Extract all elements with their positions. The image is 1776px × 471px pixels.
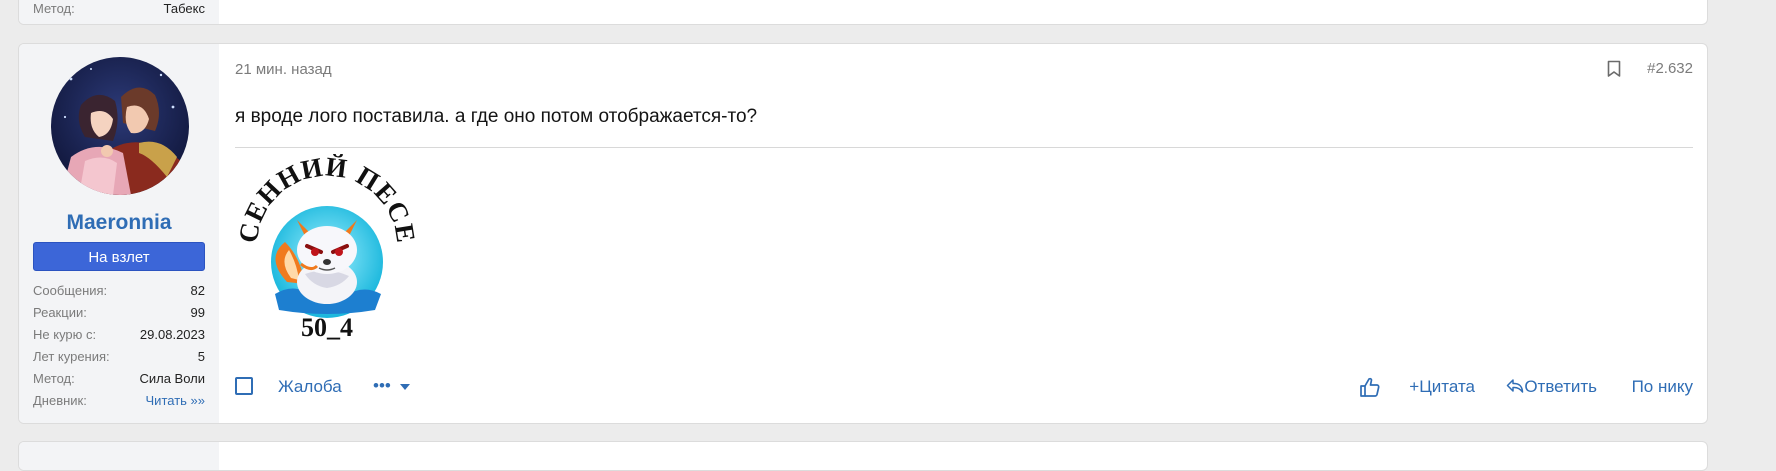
stat-method: Метод: Сила Воли	[33, 368, 205, 390]
stat-value: 29.08.2023	[139, 327, 205, 342]
previous-post-card: Метод: Табекс	[18, 0, 1708, 25]
stat-key: Сообщения:	[33, 283, 108, 298]
stat-key: Дневник:	[33, 393, 87, 408]
caret-down-icon	[399, 383, 410, 390]
post-actions-bar: Жалоба ••• +Цитата Ответить По нику	[235, 374, 1693, 400]
post-number-link[interactable]: #2.632	[1647, 60, 1693, 77]
stat-key: Метод:	[33, 1, 75, 16]
diary-read-link[interactable]: Читать »»	[146, 390, 205, 412]
user-avatar-anime-couple-icon	[51, 57, 189, 195]
more-options-button[interactable]: •••	[373, 376, 410, 396]
report-link[interactable]: Жалоба	[278, 377, 342, 397]
previous-post-stat-method: Метод: Табекс	[33, 1, 205, 16]
like-icon[interactable]	[1359, 376, 1381, 398]
stat-value: 99	[190, 305, 205, 320]
post-user-column: Maeronnia На взлет Сообщения: 82 Реакции…	[19, 44, 219, 423]
message-divider	[235, 147, 1693, 148]
user-title-badge: На взлет	[33, 242, 205, 271]
autumn-arctic-fox-logo-icon: ОСЕННИЙ ПЕСЕЦ	[224, 130, 420, 344]
stat-reactions: Реакции: 99	[33, 302, 205, 324]
quote-button[interactable]: +Цитата	[1409, 377, 1475, 397]
by-nick-button[interactable]: По нику	[1632, 377, 1693, 397]
stat-years-smoking: Лет курения: 5	[33, 346, 205, 368]
stat-value: Табекс	[163, 1, 205, 16]
next-post-card	[18, 441, 1708, 471]
stat-messages: Сообщения: 82	[33, 280, 205, 302]
stat-key: Метод:	[33, 371, 75, 386]
reply-label: Ответить	[1524, 377, 1597, 396]
user-stats: Сообщения: 82 Реакции: 99 Не курю с: 29.…	[33, 280, 205, 412]
previous-post-user-column: Метод: Табекс	[19, 0, 219, 24]
bookmark-icon[interactable]	[1607, 60, 1621, 78]
stat-diary: Дневник: Читать »»	[33, 390, 205, 412]
attached-logo-image[interactable]: ОСЕННИЙ ПЕСЕЦ	[224, 130, 420, 344]
username[interactable]: Maeronnia	[19, 211, 219, 235]
logo-bottom-text: 50_4	[301, 313, 353, 342]
post-timestamp[interactable]: 21 мин. назад	[235, 61, 332, 78]
stat-key: Лет курения:	[33, 349, 110, 364]
reply-button[interactable]: Ответить	[1506, 377, 1597, 397]
post-card: Maeronnia На взлет Сообщения: 82 Реакции…	[18, 43, 1708, 424]
select-post-checkbox[interactable]	[235, 377, 253, 395]
avatar[interactable]	[51, 57, 189, 195]
stat-key: Не курю с:	[33, 327, 97, 342]
stat-value: 82	[190, 283, 205, 298]
post-content: 21 мин. назад #2.632 я вроде лого постав…	[224, 44, 1693, 423]
post-message: я вроде лого поставила. а где оно потом …	[235, 106, 758, 127]
stat-quit-since: Не курю с: 29.08.2023	[33, 324, 205, 346]
stat-value: Сила Воли	[139, 371, 205, 386]
next-post-user-column	[19, 442, 219, 470]
reply-arrow-icon	[1507, 379, 1524, 393]
stat-value: 5	[197, 349, 205, 364]
more-dots-icon: •••	[373, 376, 391, 395]
stat-key: Реакции:	[33, 305, 87, 320]
